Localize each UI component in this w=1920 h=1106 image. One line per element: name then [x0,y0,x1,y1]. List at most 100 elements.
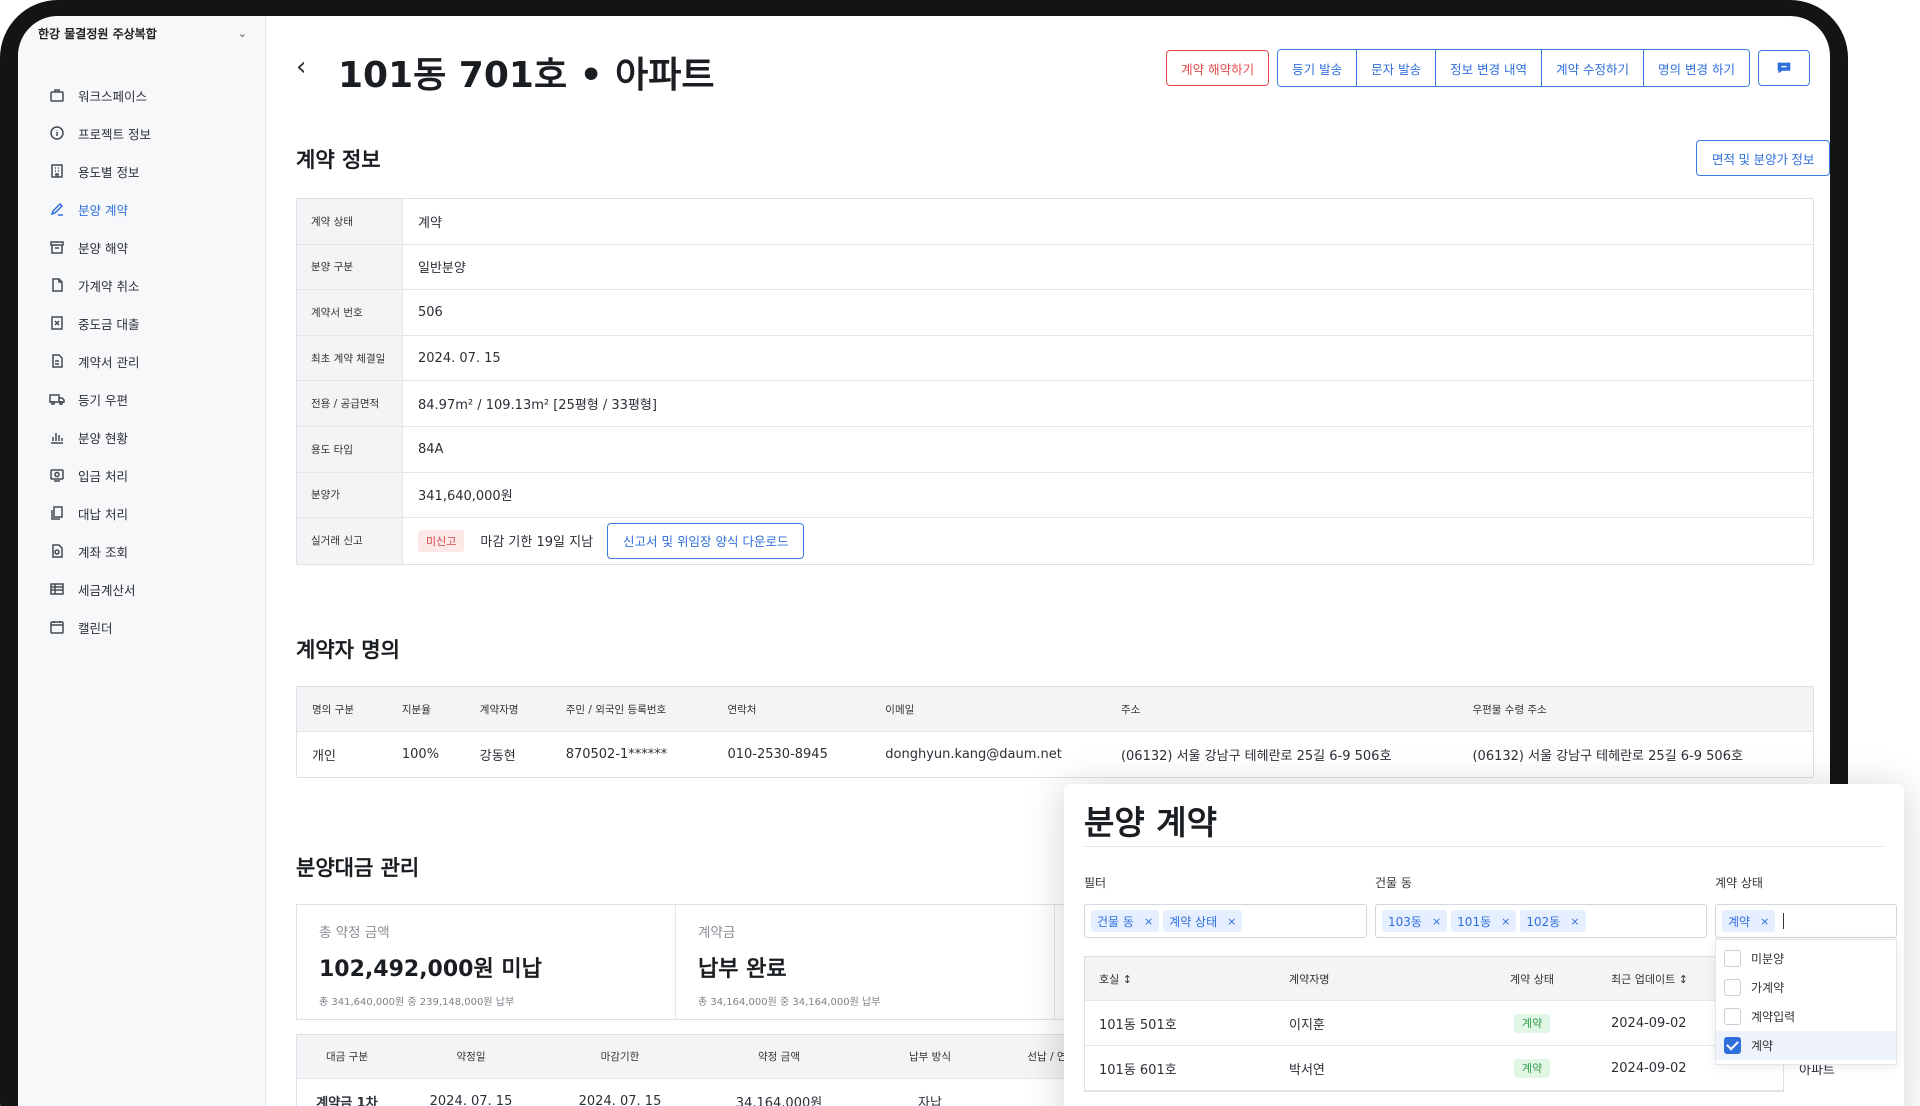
registered-mail-button[interactable]: 등기 발송 [1278,50,1357,86]
status-option[interactable]: 가계약 [1716,973,1896,1002]
column-header: 납부 방식 [909,1051,951,1063]
truck-icon [49,391,65,407]
info-icon [49,125,65,141]
close-icon[interactable]: × [1570,915,1579,928]
close-icon[interactable]: × [1501,915,1510,928]
checkbox[interactable] [1724,979,1741,996]
terminate-contract-button[interactable]: 계약 해약하기 [1166,50,1270,86]
calendar-icon [49,619,65,635]
edit-contract-button[interactable]: 계약 수정하기 [1541,50,1644,86]
chip-label: 계약 [1728,914,1751,929]
archive-icon [49,239,65,255]
building-icon [49,163,65,179]
sidebar-item[interactable]: 대납 처리 [49,494,265,532]
chevron-down-icon: ⌄ [237,26,247,40]
option-label: 미분양 [1751,952,1785,966]
sidebar-item[interactable]: 등기 우편 [49,380,265,418]
column-header[interactable]: 호실 ↕ [1085,971,1275,987]
sidebar-item[interactable]: 입금 처리 [49,456,265,494]
info-key: 전용 / 공급면적 [297,381,403,426]
sidebar-item[interactable]: 계약서 관리 [49,342,265,380]
column-header: 약정 금액 [758,1051,800,1063]
page-header: ‹ 101동 701호 • 아파트 계약 해약하기 등기 발송 문자 발송 정보… [296,46,1810,96]
sidebar-item-label: 분양 계약 [78,202,128,218]
sidebar-item[interactable]: 분양 계약 [49,190,265,228]
project-selector[interactable]: 한강 물결정원 주상복합 ⌄ [18,16,265,50]
chat-button[interactable] [1758,50,1810,86]
column-header: 명의 구분 [312,703,354,716]
sidebar-item[interactable]: 용도별 정보 [49,152,265,190]
filter-chip[interactable]: 102동 × [1520,910,1586,932]
send-sms-button[interactable]: 문자 발송 [1356,50,1436,86]
sidebar-item[interactable]: 워크스페이스 [49,76,265,114]
search-file-icon [49,543,65,559]
table-row: 개인 100% 강동현 870502-1****** 010-2530-8945 dong… [297,732,1813,777]
filter-chip[interactable]: 101동 × [1451,910,1517,932]
sidebar-item[interactable]: 세금계산서 [49,570,265,608]
contract-list-table: 호실 ↕ 계약자명 계약 상태 최근 업데이트 ↕ 101동 501호 이지훈 계약 2024… [1084,956,1784,1092]
sidebar-item[interactable]: 프로젝트 정보 [49,114,265,152]
filter-chip[interactable]: 건물 동 × [1091,910,1160,932]
status-field[interactable]: 계약 × [1715,904,1897,938]
table-cell: 계약 [1467,1014,1597,1033]
checkbox[interactable] [1724,1037,1741,1054]
building-field[interactable]: 103동 × 101동 × 102동 × [1375,904,1707,938]
chip-label: 103동 [1388,914,1422,929]
status-option[interactable]: 미분양 [1716,944,1896,973]
back-arrow-icon[interactable]: ‹ [296,54,306,80]
close-icon[interactable]: × [1144,915,1153,928]
close-icon[interactable]: × [1227,915,1236,928]
sidebar-item[interactable]: 캘린더 [49,608,265,646]
sidebar-item[interactable]: 분양 현황 [49,418,265,456]
sidebar-item[interactable]: 가계약 취소 [49,266,265,304]
contractor-section-title: 계약자 명의 [296,638,400,662]
close-icon[interactable]: × [1760,915,1769,928]
chat-icon [1777,62,1791,74]
close-icon[interactable]: × [1432,915,1441,928]
sidebar-item[interactable]: 분양 해약 [49,228,265,266]
document-icon [49,277,65,293]
info-value: 84A [418,441,444,457]
filter-field[interactable]: 건물 동 × 계약 상태 × [1084,904,1367,938]
table-cell: 개인 [312,749,336,764]
filter-label: 필터 [1084,876,1107,890]
table-row[interactable]: 101동 601호 박서연 계약 2024-09-02 [1085,1046,1783,1091]
sidebar-item-label: 계약서 관리 [78,354,140,370]
info-value: 미신고 마감 기한 19일 지남 신고서 및 위임장 양식 다운로드 [403,518,1813,564]
divider [1084,846,1884,847]
table-cell: 계약 [1467,1059,1597,1078]
info-row-report: 실거래 신고 미신고 마감 기한 19일 지남 신고서 및 위임장 양식 다운로드 [297,518,1813,564]
column-header[interactable]: 계약자명 [1275,971,1467,987]
area-price-button[interactable]: 면적 및 분양가 정보 [1696,140,1830,176]
checkbox[interactable] [1724,950,1741,967]
info-key: 실거래 신고 [297,518,403,564]
sidebar: 한강 물결정원 주상복합 ⌄ 워크스페이스 프로젝트 정보 용도별 정보분양 계약분… [18,16,266,1106]
status-option[interactable]: 계약 [1716,1031,1896,1060]
unreported-badge: 미신고 [418,529,465,552]
list-table-header: 호실 ↕ 계약자명 계약 상태 최근 업데이트 ↕ [1085,957,1783,1001]
filter-chip[interactable]: 103동 × [1382,910,1448,932]
checkbox[interactable] [1724,1008,1741,1025]
table-row[interactable]: 101동 501호 이지훈 계약 2024-09-02 [1085,1001,1783,1046]
column-header: 주민 / 외국인 등록번호 [565,703,667,716]
column-header[interactable]: 계약 상태 [1467,971,1597,987]
table-cell: 자납 [918,1095,942,1106]
summary-amount: 102,492,000원 미납 [319,957,542,982]
change-history-button[interactable]: 정보 변경 내역 [1435,50,1542,86]
sidebar-nav: 워크스페이스 프로젝트 정보 용도별 정보분양 계약분양 해약 가계약 취소 중도금 대… [18,76,265,646]
status-option[interactable]: 계약입력 [1716,1002,1896,1031]
chip-label: 계약 상태 [1169,914,1218,929]
sidebar-item[interactable]: 계좌 조회 [49,532,265,570]
column-header: 이메일 [885,703,915,716]
column-header: 마감기한 [600,1051,640,1063]
sidebar-item[interactable]: 중도금 대출 [49,304,265,342]
sidebar-item-label: 대납 처리 [78,506,128,522]
status-dropdown: 미분양가계약계약입력 계약 [1715,939,1897,1065]
filter-chip[interactable]: 계약 상태 × [1163,910,1243,932]
info-row: 분양가 341,640,000원 [297,472,1813,519]
filter-chip[interactable]: 계약 × [1722,910,1776,932]
option-label: 가계약 [1751,981,1785,995]
sidebar-item-label: 분양 현황 [78,430,128,446]
download-form-button[interactable]: 신고서 및 위임장 양식 다운로드 [607,522,805,559]
change-owner-button[interactable]: 명의 변경 하기 [1643,50,1749,86]
